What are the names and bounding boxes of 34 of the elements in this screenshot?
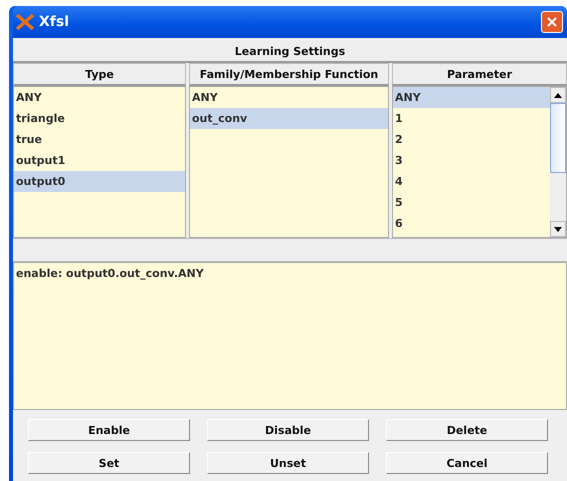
scrollbar[interactable] [550, 87, 566, 237]
list-item[interactable]: 1 [393, 108, 550, 129]
column-header: Family/Membership Function [189, 63, 389, 86]
list-item[interactable]: 6 [393, 213, 550, 234]
action-button[interactable]: Delete [386, 419, 548, 441]
action-button[interactable]: Unset [207, 452, 369, 474]
up-arrow-icon [554, 92, 562, 98]
scroll-thumb[interactable] [550, 103, 566, 173]
list-item[interactable]: 3 [393, 150, 550, 171]
list-item[interactable]: triangle [14, 108, 185, 129]
close-icon [546, 16, 558, 28]
list-item[interactable]: true [14, 129, 185, 150]
log-text: enable: output0.out_conv.ANY [16, 267, 204, 280]
list-item[interactable]: output1 [14, 150, 185, 171]
list-item[interactable]: ANY [190, 87, 388, 108]
list-item[interactable]: ANY [14, 87, 185, 108]
action-button[interactable]: Disable [207, 419, 369, 441]
list-item[interactable]: 2 [393, 129, 550, 150]
column-header: Type [13, 63, 186, 86]
list-item[interactable]: out_conv [190, 108, 388, 129]
action-button[interactable]: Set [28, 452, 190, 474]
list-item[interactable]: 5 [393, 192, 550, 213]
list-item[interactable]: 4 [393, 171, 550, 192]
scroll-down-button[interactable] [550, 221, 566, 237]
list-item[interactable]: output0 [14, 171, 185, 192]
action-button[interactable]: Enable [28, 419, 190, 441]
window-title: Xfsl [39, 14, 70, 30]
x-logo-icon [15, 14, 35, 30]
list-item[interactable]: ANY [393, 87, 550, 108]
down-arrow-icon [554, 226, 562, 232]
action-button[interactable]: Cancel [386, 452, 548, 474]
column-header: Parameter [392, 63, 567, 86]
close-button[interactable] [541, 11, 563, 33]
scroll-up-button[interactable] [550, 87, 566, 103]
